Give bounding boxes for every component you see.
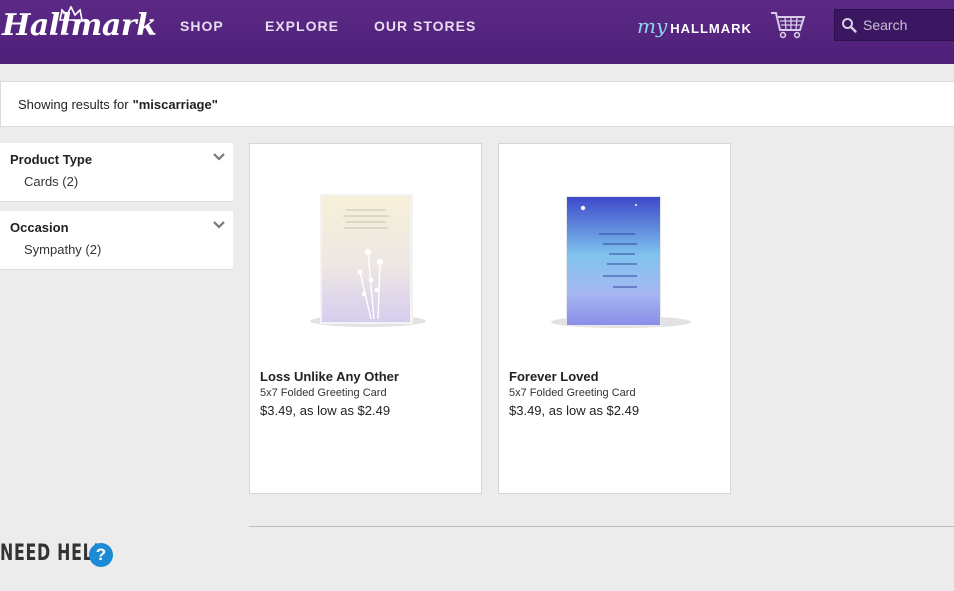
filter-option-cards[interactable]: Cards (2) [24,174,78,189]
filter-product-type: Product Type Cards (2) [0,143,233,202]
my-hallmark-link[interactable]: my HALLMARK [637,14,752,38]
my-label: my [637,14,668,38]
filter-occasion: Occasion Sympathy (2) [0,211,233,270]
site-header: Hallmark SHOP EXPLORE OUR STORES my HALL… [0,0,954,64]
filter-option-sympathy[interactable]: Sympathy (2) [24,242,101,257]
product-card[interactable]: Forever Loved 5x7 Folded Greeting Card $… [498,143,731,494]
product-card[interactable]: Loss Unlike Any Other 5x7 Folded Greetin… [249,143,482,494]
search-icon [842,18,857,33]
product-name[interactable]: Forever Loved [509,369,599,384]
search-field[interactable] [834,9,954,41]
search-input[interactable] [863,17,953,33]
filter-title[interactable]: Occasion [10,220,69,235]
section-divider [249,526,954,527]
cart-icon[interactable] [770,10,806,40]
product-price: $3.49, as low as $2.49 [509,403,640,418]
nav-shop[interactable]: SHOP [180,18,224,34]
nav-our-stores[interactable]: OUR STORES [374,18,476,34]
chevron-down-icon[interactable] [213,221,225,229]
results-prefix: Showing results for [18,96,129,112]
product-type: 5x7 Folded Greeting Card [509,387,636,399]
chevron-down-icon[interactable] [213,153,225,161]
product-name[interactable]: Loss Unlike Any Other [260,369,399,384]
crown-icon [59,6,83,21]
product-price: $3.49, as low as $2.49 [260,403,391,418]
help-icon[interactable]: ? [89,543,113,567]
product-image[interactable] [250,144,481,364]
results-query: "miscarriage" [132,96,218,112]
hallmark-label: HALLMARK [670,21,752,36]
nav-explore[interactable]: EXPLORE [265,18,339,34]
product-type: 5x7 Folded Greeting Card [260,387,387,399]
filter-title[interactable]: Product Type [10,152,92,167]
product-image[interactable] [499,144,730,364]
results-summary: Showing results for "miscarriage" [0,81,954,127]
hallmark-logo[interactable]: Hallmark [2,6,157,43]
